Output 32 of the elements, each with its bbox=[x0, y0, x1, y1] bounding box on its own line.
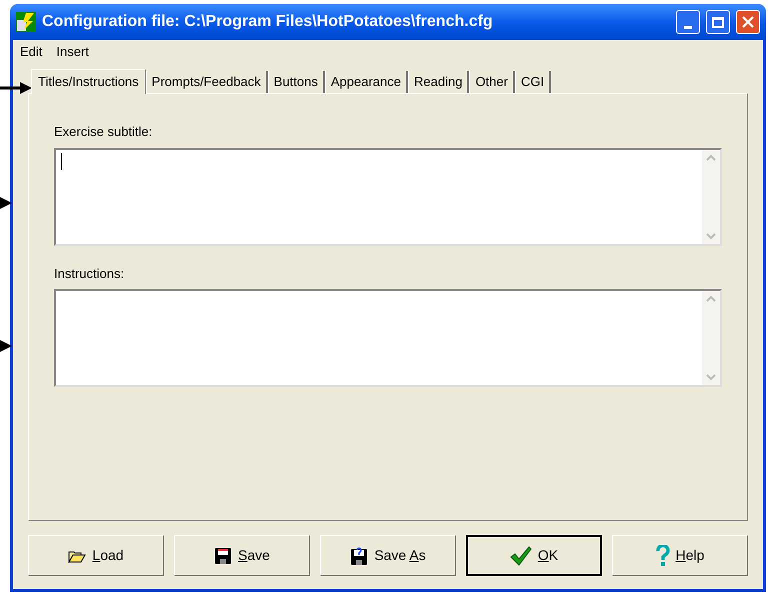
tab[interactable]: CGI bbox=[514, 71, 552, 93]
tab[interactable]: Titles/Instructions bbox=[31, 69, 146, 94]
dialog-button[interactable]: Save bbox=[174, 535, 310, 576]
scrollbar[interactable] bbox=[702, 150, 720, 244]
field-label: Instructions: bbox=[54, 264, 126, 282]
menu-item[interactable]: Edit bbox=[20, 42, 42, 62]
scrollbar[interactable] bbox=[702, 291, 720, 385]
tab[interactable]: Reading bbox=[408, 71, 470, 93]
tab[interactable]: Appearance bbox=[324, 71, 408, 93]
close-button[interactable] bbox=[736, 10, 760, 34]
app-icon bbox=[16, 12, 36, 32]
dialog-button[interactable]: OK bbox=[466, 535, 602, 576]
minimize-button[interactable] bbox=[676, 10, 700, 34]
text-area[interactable] bbox=[54, 289, 722, 387]
pointer-arrow bbox=[0, 197, 12, 209]
pointer-arrow bbox=[0, 340, 12, 352]
dialog-button[interactable]: Help bbox=[612, 535, 748, 576]
field-label: Exercise subtitle: bbox=[54, 123, 154, 141]
folder-icon bbox=[68, 548, 86, 562]
tab[interactable]: Prompts/Feedback bbox=[146, 71, 268, 93]
dialog-button[interactable]: Save As bbox=[320, 535, 456, 576]
checkmark-icon bbox=[510, 546, 532, 566]
tab[interactable]: Buttons bbox=[268, 71, 325, 93]
close-icon bbox=[742, 16, 754, 28]
tab[interactable]: Other bbox=[469, 71, 515, 93]
text-area[interactable] bbox=[54, 148, 722, 246]
menu-item[interactable]: Insert bbox=[56, 42, 89, 62]
maximize-button[interactable] bbox=[706, 10, 730, 34]
pointer-arrow bbox=[0, 82, 32, 94]
question-mark-icon bbox=[656, 544, 670, 566]
dialog-button[interactable]: Load bbox=[28, 535, 164, 576]
window-title: Configuration file: C:\Program Files\HotPotatoes\french.cfg bbox=[42, 12, 494, 32]
